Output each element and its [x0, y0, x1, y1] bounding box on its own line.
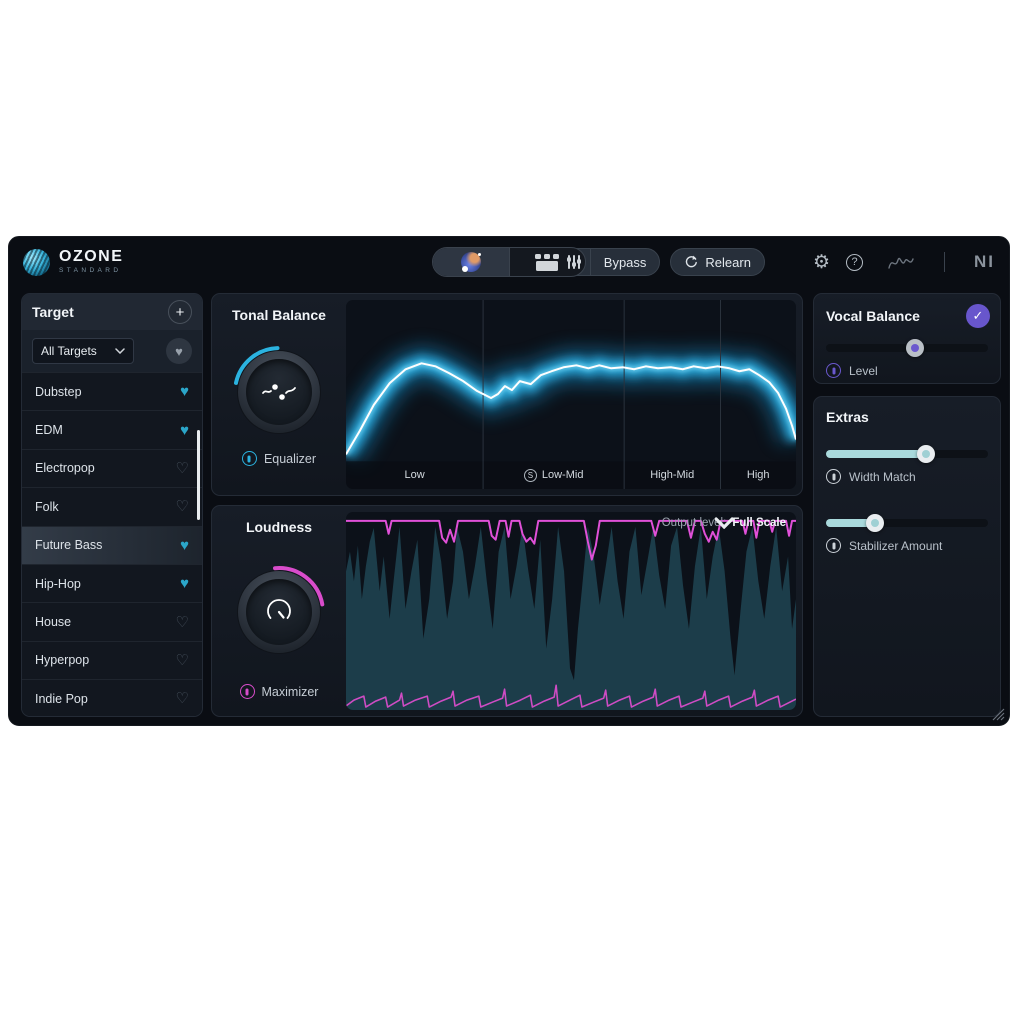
target-item[interactable]: Indie Pop ♡: [22, 679, 202, 717]
heart-icon[interactable]: ♥: [180, 576, 189, 591]
knob-arc-cyan: [231, 344, 327, 440]
target-item[interactable]: Hyperpop ♡: [22, 641, 202, 679]
plugin-window: OZONE STANDARD Bypass: [8, 236, 1010, 726]
tonal-balance-panel: Tonal Balance Equalizer: [211, 293, 803, 496]
target-list-scrollbar[interactable]: [197, 430, 200, 520]
loudness-meter-graph: [346, 512, 796, 710]
izotope-mark-icon: [887, 252, 915, 272]
heart-icon[interactable]: ♡: [176, 691, 189, 706]
band-high[interactable]: High: [720, 461, 796, 489]
top-bar: OZONE STANDARD Bypass: [9, 237, 1009, 287]
extras-title: Extras: [826, 409, 1000, 425]
band-high-mid[interactable]: High-Mid: [624, 461, 720, 489]
target-filter-select[interactable]: All Targets: [32, 338, 134, 364]
view-toggle: [432, 247, 586, 277]
heart-icon[interactable]: ♡: [176, 653, 189, 668]
vocal-balance-panel: Vocal Balance ✓ Level: [813, 293, 1001, 384]
heart-icon[interactable]: ♡: [176, 461, 189, 476]
stabilizer-slider[interactable]: [826, 514, 988, 532]
vocal-level-label: Level: [849, 364, 878, 378]
screenshot-canvas: { "header": { "brand": "OZONE", "brand_s…: [0, 0, 1024, 1024]
equalizer-power-icon[interactable]: [242, 451, 257, 466]
width-match-slider[interactable]: [826, 445, 988, 463]
target-item[interactable]: Dubstep ♥: [22, 372, 202, 410]
target-filter-value: All Targets: [41, 344, 97, 358]
vocal-balance-check-button[interactable]: ✓: [966, 304, 990, 328]
knob-arc-magenta: [231, 564, 327, 660]
brand-name: OZONE: [59, 249, 123, 265]
loudness-meter-display: Output level: Full Scale: [346, 512, 796, 710]
output-level-dropdown[interactable]: Output level: Full Scale: [662, 517, 786, 529]
target-panel: Target + All Targets ♥ Dubstep ♥ EDM ♥ E…: [21, 293, 203, 717]
tonal-balance-title: Tonal Balance: [212, 307, 346, 323]
width-match-label: Width Match: [849, 470, 916, 484]
gear-icon[interactable]: ⚙: [813, 253, 830, 272]
equalizer-knob[interactable]: [231, 344, 327, 440]
ozone-logo: OZONE STANDARD: [23, 249, 123, 276]
target-header: Target +: [22, 294, 202, 330]
target-title: Target: [32, 304, 74, 320]
loudness-title: Loudness: [212, 519, 346, 535]
heart-icon[interactable]: ♥: [180, 384, 189, 399]
help-icon[interactable]: ?: [846, 254, 863, 271]
resize-handle[interactable]: [992, 708, 1005, 721]
equalizer-label: Equalizer: [264, 452, 316, 466]
width-match-power-icon[interactable]: [826, 469, 841, 484]
maximizer-knob[interactable]: [231, 564, 327, 660]
slider-thumb[interactable]: [917, 445, 935, 463]
stabilizer-label: Stabilizer Amount: [849, 539, 942, 553]
target-item[interactable]: House ♡: [22, 602, 202, 640]
bypass-label: Bypass: [591, 255, 660, 270]
chevron-down-icon: [662, 517, 786, 529]
assistant-orb-icon: [461, 252, 481, 272]
heart-icon[interactable]: ♥: [180, 538, 189, 553]
loudness-panel: Loudness Maximizer: [211, 505, 803, 717]
relearn-label: Relearn: [705, 255, 751, 270]
refresh-icon: [684, 255, 698, 269]
ni-logo: NI: [974, 252, 995, 272]
slider-thumb[interactable]: [866, 514, 884, 532]
chevron-down-icon: [115, 348, 125, 354]
topbar-divider: [944, 252, 945, 272]
extras-panel: Extras Width Match Stabilizer Amount: [813, 396, 1001, 717]
brand-edition: STANDARD: [59, 268, 123, 275]
target-item[interactable]: EDM ♥: [22, 410, 202, 448]
heart-icon[interactable]: ♡: [176, 499, 189, 514]
favorites-filter-button[interactable]: ♥: [166, 338, 192, 364]
vocal-level-slider[interactable]: [826, 339, 988, 357]
band-low[interactable]: Low: [346, 461, 483, 489]
tonal-spectrum-display: Low S Low-Mid High-Mid High: [346, 300, 796, 489]
assistant-view-tab[interactable]: [433, 248, 509, 276]
modules-icon: [535, 254, 559, 271]
slider-thumb[interactable]: [906, 339, 924, 357]
band-low-mid[interactable]: S Low-Mid: [483, 461, 624, 489]
vocal-balance-title: Vocal Balance: [826, 308, 920, 324]
maximizer-label: Maximizer: [262, 685, 319, 699]
stabilizer-power-icon[interactable]: [826, 538, 841, 553]
heart-icon[interactable]: ♡: [176, 615, 189, 630]
solo-badge[interactable]: S: [524, 469, 537, 482]
check-icon: ✓: [973, 308, 984, 324]
target-item-selected[interactable]: Future Bass ♥: [22, 526, 202, 564]
target-item[interactable]: Electropop ♡: [22, 449, 202, 487]
target-item[interactable]: Hip-Hop ♥: [22, 564, 202, 602]
target-list: Dubstep ♥ EDM ♥ Electropop ♡ Folk ♡ Futu…: [22, 372, 202, 717]
heart-icon[interactable]: ♥: [180, 423, 189, 438]
target-item[interactable]: Folk ♡: [22, 487, 202, 525]
vocal-power-icon[interactable]: [826, 363, 841, 378]
add-target-button[interactable]: +: [168, 300, 192, 324]
maximizer-power-icon[interactable]: [240, 684, 255, 699]
ozone-logo-icon: [23, 249, 50, 276]
heart-icon: ♥: [175, 345, 183, 358]
relearn-button[interactable]: Relearn: [670, 248, 765, 276]
